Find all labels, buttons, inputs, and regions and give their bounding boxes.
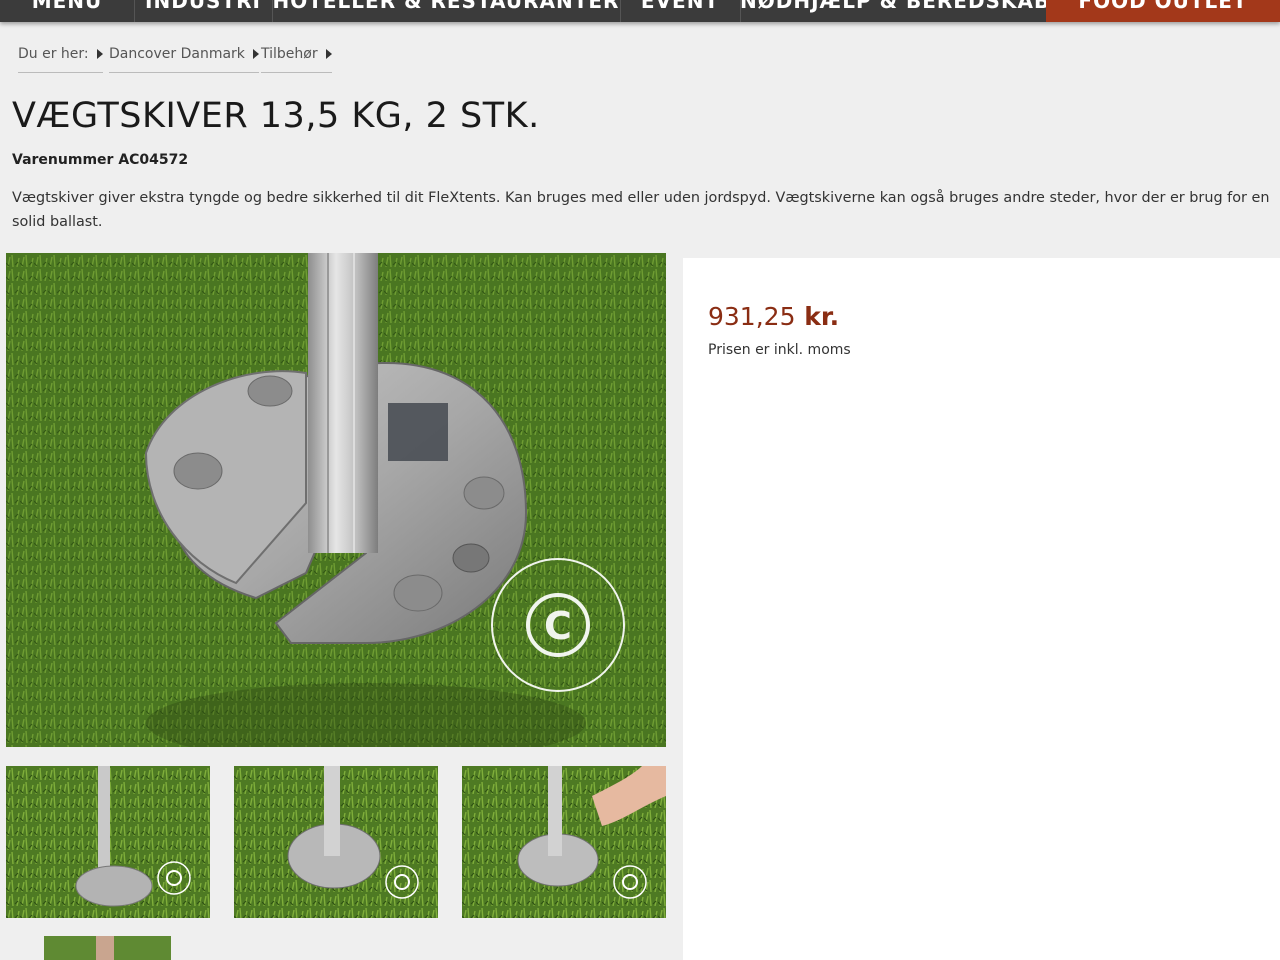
price-value: 931,25 <box>708 302 796 331</box>
product-sku: Varenummer AC04572 <box>12 152 188 168</box>
product-price: 931,25 kr. <box>708 302 839 331</box>
sku-label: Varenummer <box>12 152 114 168</box>
thumbnail-photo <box>234 766 438 918</box>
main-product-image[interactable]: C <box>6 253 666 747</box>
nav-item-event[interactable]: EVENT <box>620 0 741 22</box>
product-photo: C <box>6 253 666 747</box>
nav-item-noedhjaelp[interactable]: NØDHJÆLP & BEREDSKAB <box>740 0 1049 22</box>
thumbnail-3[interactable] <box>462 766 666 918</box>
vat-note: Prisen er inkl. moms <box>708 342 851 358</box>
chevron-right-icon <box>252 49 259 59</box>
product-description: Vægtskiver giver ekstra tyngde og bedre … <box>12 190 1270 230</box>
nav-item-hoteller[interactable]: HOTELLER & RESTAURANTER <box>272 0 621 22</box>
breadcrumb-item-dancover-danmark[interactable]: Dancover Danmark <box>109 44 259 73</box>
chevron-right-icon <box>96 49 103 59</box>
sku-value: AC04572 <box>118 152 189 168</box>
nav-item-menu[interactable]: MENU <box>0 0 135 22</box>
thumbnail-photo <box>462 766 666 918</box>
page-title: VÆGTSKIVER 13,5 KG, 2 STK. <box>12 96 540 136</box>
nav-item-industri[interactable]: INDUSTRI <box>134 0 273 22</box>
nav-item-food-outlet[interactable]: FOOD OUTLET <box>1046 0 1280 22</box>
price-currency: kr. <box>804 302 840 331</box>
price-panel: 931,25 kr. Prisen er inkl. moms <box>683 258 1280 960</box>
top-navigation: MENU INDUSTRI HOTELLER & RESTAURANTER EV… <box>0 0 1280 22</box>
svg-text:C: C <box>544 604 572 648</box>
thumbnail-1[interactable] <box>6 766 210 918</box>
breadcrumb-label: Du er her: <box>18 44 103 73</box>
thumbnail-4[interactable] <box>44 936 171 960</box>
thumbnail-photo <box>44 936 171 960</box>
thumbnail-2[interactable] <box>234 766 438 918</box>
breadcrumb-item-tilbehoer[interactable]: Tilbehør <box>261 44 332 73</box>
chevron-right-icon <box>325 49 332 59</box>
thumbnail-photo <box>6 766 210 918</box>
